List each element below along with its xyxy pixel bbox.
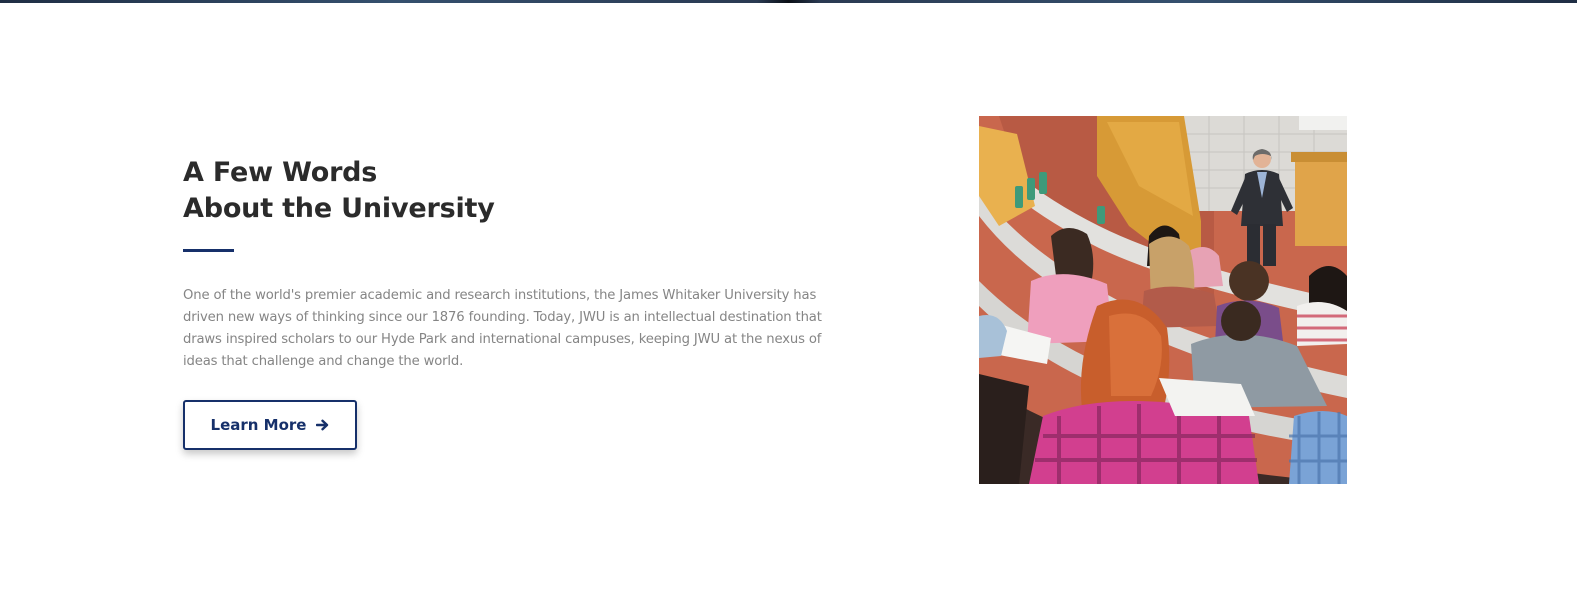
lecture-hall-photo: [979, 116, 1347, 484]
section-heading: A Few Words About the University: [183, 155, 843, 227]
about-description: One of the world's premier academic and …: [183, 288, 822, 369]
heading-divider: [183, 249, 234, 252]
arrow-right-icon: [316, 419, 329, 431]
learn-more-button[interactable]: Learn More: [183, 400, 357, 450]
about-section: A Few Words About the University One of …: [0, 3, 1577, 600]
learn-more-label: Learn More: [210, 416, 307, 434]
heading-line-2: About the University: [183, 193, 495, 224]
about-text-column: A Few Words About the University One of …: [183, 155, 843, 450]
heading-line-1: A Few Words: [183, 157, 378, 188]
